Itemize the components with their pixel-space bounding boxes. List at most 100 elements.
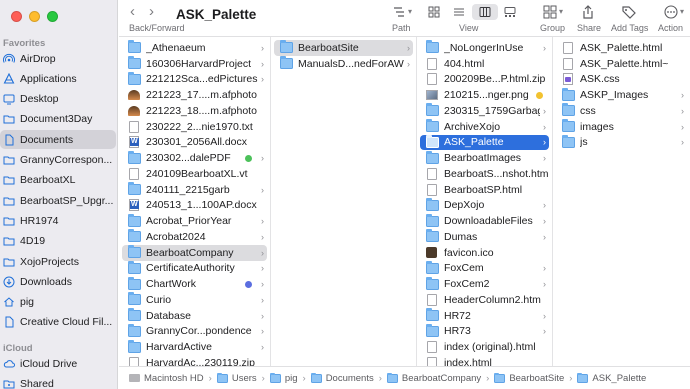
folder-row[interactable]: _NoLongerInUse ›: [420, 40, 549, 56]
folder-row[interactable]: DepXojo ›: [420, 197, 549, 214]
sidebar-item-xojoprojects[interactable]: XojoProjects: [0, 252, 117, 271]
browser-column-4[interactable]: ASK_Palette.html ASK_Palette.html~ ASK.css…: [553, 37, 690, 366]
file-row[interactable]: 230301_2056All.docx: [122, 135, 267, 151]
browser-column-3[interactable]: _NoLongerInUse › 404.html 200209Be...P.html…: [417, 37, 553, 366]
folder-row[interactable]: HR73 ›: [420, 323, 549, 340]
folder-icon: [3, 256, 15, 268]
sidebar-item-applications[interactable]: Applications: [0, 69, 117, 88]
sidebar-item-creative-cloud-fil[interactable]: Creative Cloud Fil...: [0, 313, 117, 332]
folder-row[interactable]: ChartWork ›: [122, 276, 267, 292]
file-row[interactable]: HarvardAc...230119.zip: [122, 355, 267, 366]
folder-row[interactable]: Database ›: [122, 308, 267, 324]
sidebar-item-airdrop[interactable]: AirDrop: [0, 49, 117, 68]
folder-row[interactable]: _Athenaeum ›: [122, 40, 267, 56]
icon-view-button[interactable]: [421, 4, 447, 20]
path-crumb[interactable]: Users: [216, 372, 257, 384]
file-row[interactable]: BearboatS...nshot.html: [420, 166, 549, 182]
action-button[interactable]: ▾: [660, 3, 688, 20]
folder-row[interactable]: ASK_Palette ›: [420, 134, 549, 151]
path-crumb[interactable]: BearboatCompany: [386, 372, 481, 384]
file-row[interactable]: index.html: [420, 355, 549, 366]
file-row[interactable]: 221223_17....m.afphoto: [122, 87, 267, 103]
folder-row[interactable]: Acrobat_PriorYear ›: [122, 213, 267, 229]
folder-row[interactable]: 230302...dalePDF ›: [122, 150, 267, 166]
gallery-view-button[interactable]: [498, 4, 524, 20]
file-row[interactable]: ASK_Palette.html: [556, 40, 687, 56]
folder-row[interactable]: ManualsD...nedForAWS ›: [274, 56, 413, 72]
sidebar-item-document3day[interactable]: Document3Day: [0, 110, 117, 129]
close-window-button[interactable]: [11, 11, 22, 22]
file-row[interactable]: 221223_18....m.afphoto: [122, 103, 267, 119]
zoom-window-button[interactable]: [47, 11, 58, 22]
path-crumb[interactable]: BearboatSite: [494, 372, 564, 384]
file-row[interactable]: 404.html: [420, 56, 549, 72]
folder-row[interactable]: ASKP_Images ›: [556, 87, 687, 103]
sidebar-item-pig[interactable]: pig: [0, 293, 117, 312]
column-view-button[interactable]: [472, 4, 498, 20]
group-label: Group: [540, 23, 566, 33]
path-crumb[interactable]: Documents: [310, 372, 374, 384]
item-name: ASK.css: [580, 73, 620, 86]
file-row[interactable]: favicon.ico: [420, 245, 549, 261]
group-button[interactable]: ▾: [539, 3, 567, 20]
folder-row[interactable]: BearboatCompany ›: [122, 244, 267, 261]
folder-row[interactable]: Acrobat2024 ›: [122, 229, 267, 245]
path-crumb[interactable]: pig: [269, 372, 298, 384]
sidebar-item-grannycorrespon[interactable]: GrannyCorrespon...: [0, 151, 117, 170]
path-crumb[interactable]: ASK_Palette: [577, 372, 646, 384]
folder-row[interactable]: ArchiveXojo ›: [420, 119, 549, 135]
sidebar-item-bearboatsp-upgr[interactable]: BearboatSP_Upgr...: [0, 191, 117, 210]
folder-row[interactable]: 240111_2215garb ›: [122, 182, 267, 198]
add-tags-button[interactable]: [619, 3, 639, 20]
browser-column-2[interactable]: BearboatSite › ManualsD...nedForAWS ›: [271, 37, 417, 366]
sidebar-item-downloads[interactable]: Downloads: [0, 272, 117, 291]
disclosure-chevron-icon: ›: [681, 90, 684, 101]
minimize-window-button[interactable]: [29, 11, 40, 22]
disclosure-chevron-icon: ›: [681, 137, 684, 148]
sidebar-item-desktop[interactable]: Desktop: [0, 90, 117, 109]
share-button[interactable]: [578, 3, 598, 20]
sidebar-item-bearboatxl[interactable]: BearboatXL: [0, 171, 117, 190]
back-button[interactable]: ‹: [130, 3, 135, 20]
list-view-button[interactable]: [447, 4, 473, 20]
folder-row[interactable]: FoxCem ›: [420, 260, 549, 277]
file-row[interactable]: BearboatSP.html: [420, 182, 549, 198]
file-row[interactable]: 210215...nger.png: [420, 87, 549, 103]
folder-row[interactable]: 230315_1759Garbage ›: [420, 103, 549, 119]
folder-row[interactable]: js ›: [556, 134, 687, 151]
browser-column-1[interactable]: _Athenaeum › 160306HarvardProject › 221212Sc…: [119, 37, 271, 366]
item-name: Acrobat2024: [146, 230, 206, 243]
folder-row[interactable]: HR72 ›: [420, 308, 549, 324]
file-row[interactable]: index (original).html: [420, 339, 549, 355]
path-crumb[interactable]: Macintosh HD: [129, 373, 204, 384]
folder-row[interactable]: DownloadableFiles ›: [420, 213, 549, 229]
file-row[interactable]: 200209Be...P.html.zip: [420, 72, 549, 88]
file-row[interactable]: ASK_Palette.html~: [556, 56, 687, 72]
folder-row[interactable]: 160306HarvardProject ›: [122, 56, 267, 72]
folder-row[interactable]: Curio ›: [122, 292, 267, 308]
path-button[interactable]: ▾: [390, 3, 414, 20]
folder-row[interactable]: 221212Sca...edPictures ›: [122, 71, 267, 88]
sidebar-item-shared[interactable]: Shared: [0, 374, 117, 389]
folder-row[interactable]: GrannyCor...pondence ›: [122, 323, 267, 340]
document-icon: [563, 57, 573, 70]
sidebar-item-hr1974[interactable]: HR1974: [0, 211, 117, 230]
folder-row[interactable]: css ›: [556, 103, 687, 119]
folder-row[interactable]: CertificateAuthority ›: [122, 260, 267, 277]
file-row[interactable]: HeaderColumn2.htm: [420, 292, 549, 308]
forward-button[interactable]: ›: [149, 3, 154, 20]
file-row[interactable]: 240109BearboatXL.vt: [122, 166, 267, 182]
folder-row[interactable]: BearboatImages ›: [420, 150, 549, 166]
favicon-file-icon: [426, 247, 437, 259]
file-row[interactable]: 240513_1...100AP.docx: [122, 198, 267, 214]
file-row[interactable]: ASK.css: [556, 72, 687, 88]
folder-row[interactable]: BearboatSite ›: [274, 40, 413, 56]
file-row[interactable]: 230222_2...nie1970.txt: [122, 119, 267, 135]
folder-row[interactable]: FoxCem2 ›: [420, 276, 549, 292]
folder-row[interactable]: images ›: [556, 119, 687, 135]
sidebar-item-icloud-drive[interactable]: iCloud Drive: [0, 354, 117, 373]
folder-row[interactable]: Dumas ›: [420, 229, 549, 245]
sidebar-item-documents[interactable]: Documents: [0, 130, 116, 150]
sidebar-item-4d19[interactable]: 4D19: [0, 232, 117, 251]
folder-row[interactable]: HarvardActive ›: [122, 339, 267, 355]
